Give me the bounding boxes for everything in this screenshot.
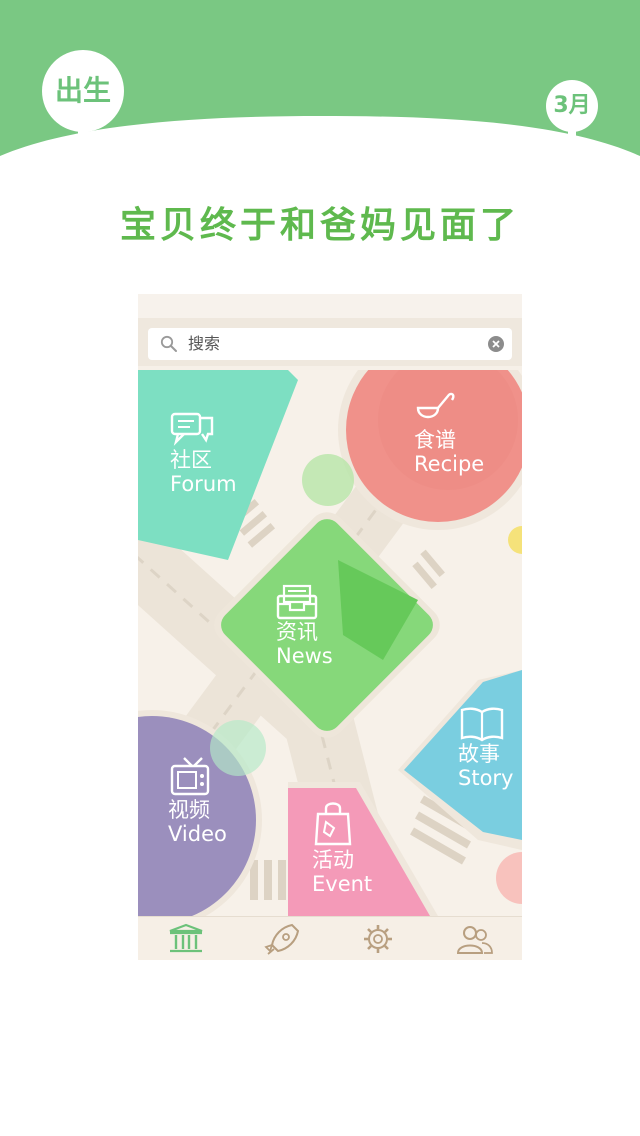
search-input[interactable] [188,328,478,360]
story-label-en: Story [458,766,514,790]
forum-label-cn: 社区 [170,448,212,472]
birth-milestone-badge[interactable]: 出生 [42,50,124,132]
clear-search-icon[interactable] [488,336,504,352]
video-label-cn: 视频 [168,798,210,822]
news-tile[interactable]: 资讯 News [276,584,333,668]
shopping-bag-icon [314,802,352,846]
forum-tile[interactable]: 社区 Forum [170,410,237,496]
news-label-cn: 资讯 [276,620,318,644]
birth-badge-stem [78,126,88,156]
status-bar [138,294,522,318]
news-label-en: News [276,644,333,668]
app-screenshot: 社区 Forum 食谱 Recipe 资讯 News 故事 Story [138,294,522,960]
story-label-cn: 故事 [458,742,500,766]
recipe-tile[interactable]: 食谱 Recipe [414,390,484,476]
search-box[interactable] [148,328,512,360]
users-icon[interactable] [454,923,494,955]
inbox-tray-icon [276,584,318,620]
month-badge-stem [568,128,576,152]
tagline: 宝贝终于和爸妈见面了 [119,205,520,246]
search-icon [160,335,177,352]
event-label-cn: 活动 [312,848,354,872]
recipe-label-cn: 食谱 [414,428,456,452]
building-icon[interactable] [166,923,206,955]
open-book-icon [460,707,504,742]
video-label-en: Video [168,822,227,846]
search-bar [138,318,522,366]
gear-icon[interactable] [358,923,398,955]
tab-bar [138,916,522,960]
event-label-en: Event [312,872,373,896]
video-tile[interactable]: 视频 Video [168,756,227,846]
tv-icon [170,757,210,796]
month-milestone-badge[interactable]: 3月 [546,80,598,132]
ladle-icon [416,392,455,419]
recipe-label-en: Recipe [414,452,485,476]
chat-bubbles-icon [170,412,214,446]
story-tile[interactable]: 故事 Story [458,706,513,790]
rocket-icon[interactable] [262,923,302,955]
event-tile[interactable]: 活动 Event [312,800,372,896]
forum-label-en: Forum [170,472,237,496]
